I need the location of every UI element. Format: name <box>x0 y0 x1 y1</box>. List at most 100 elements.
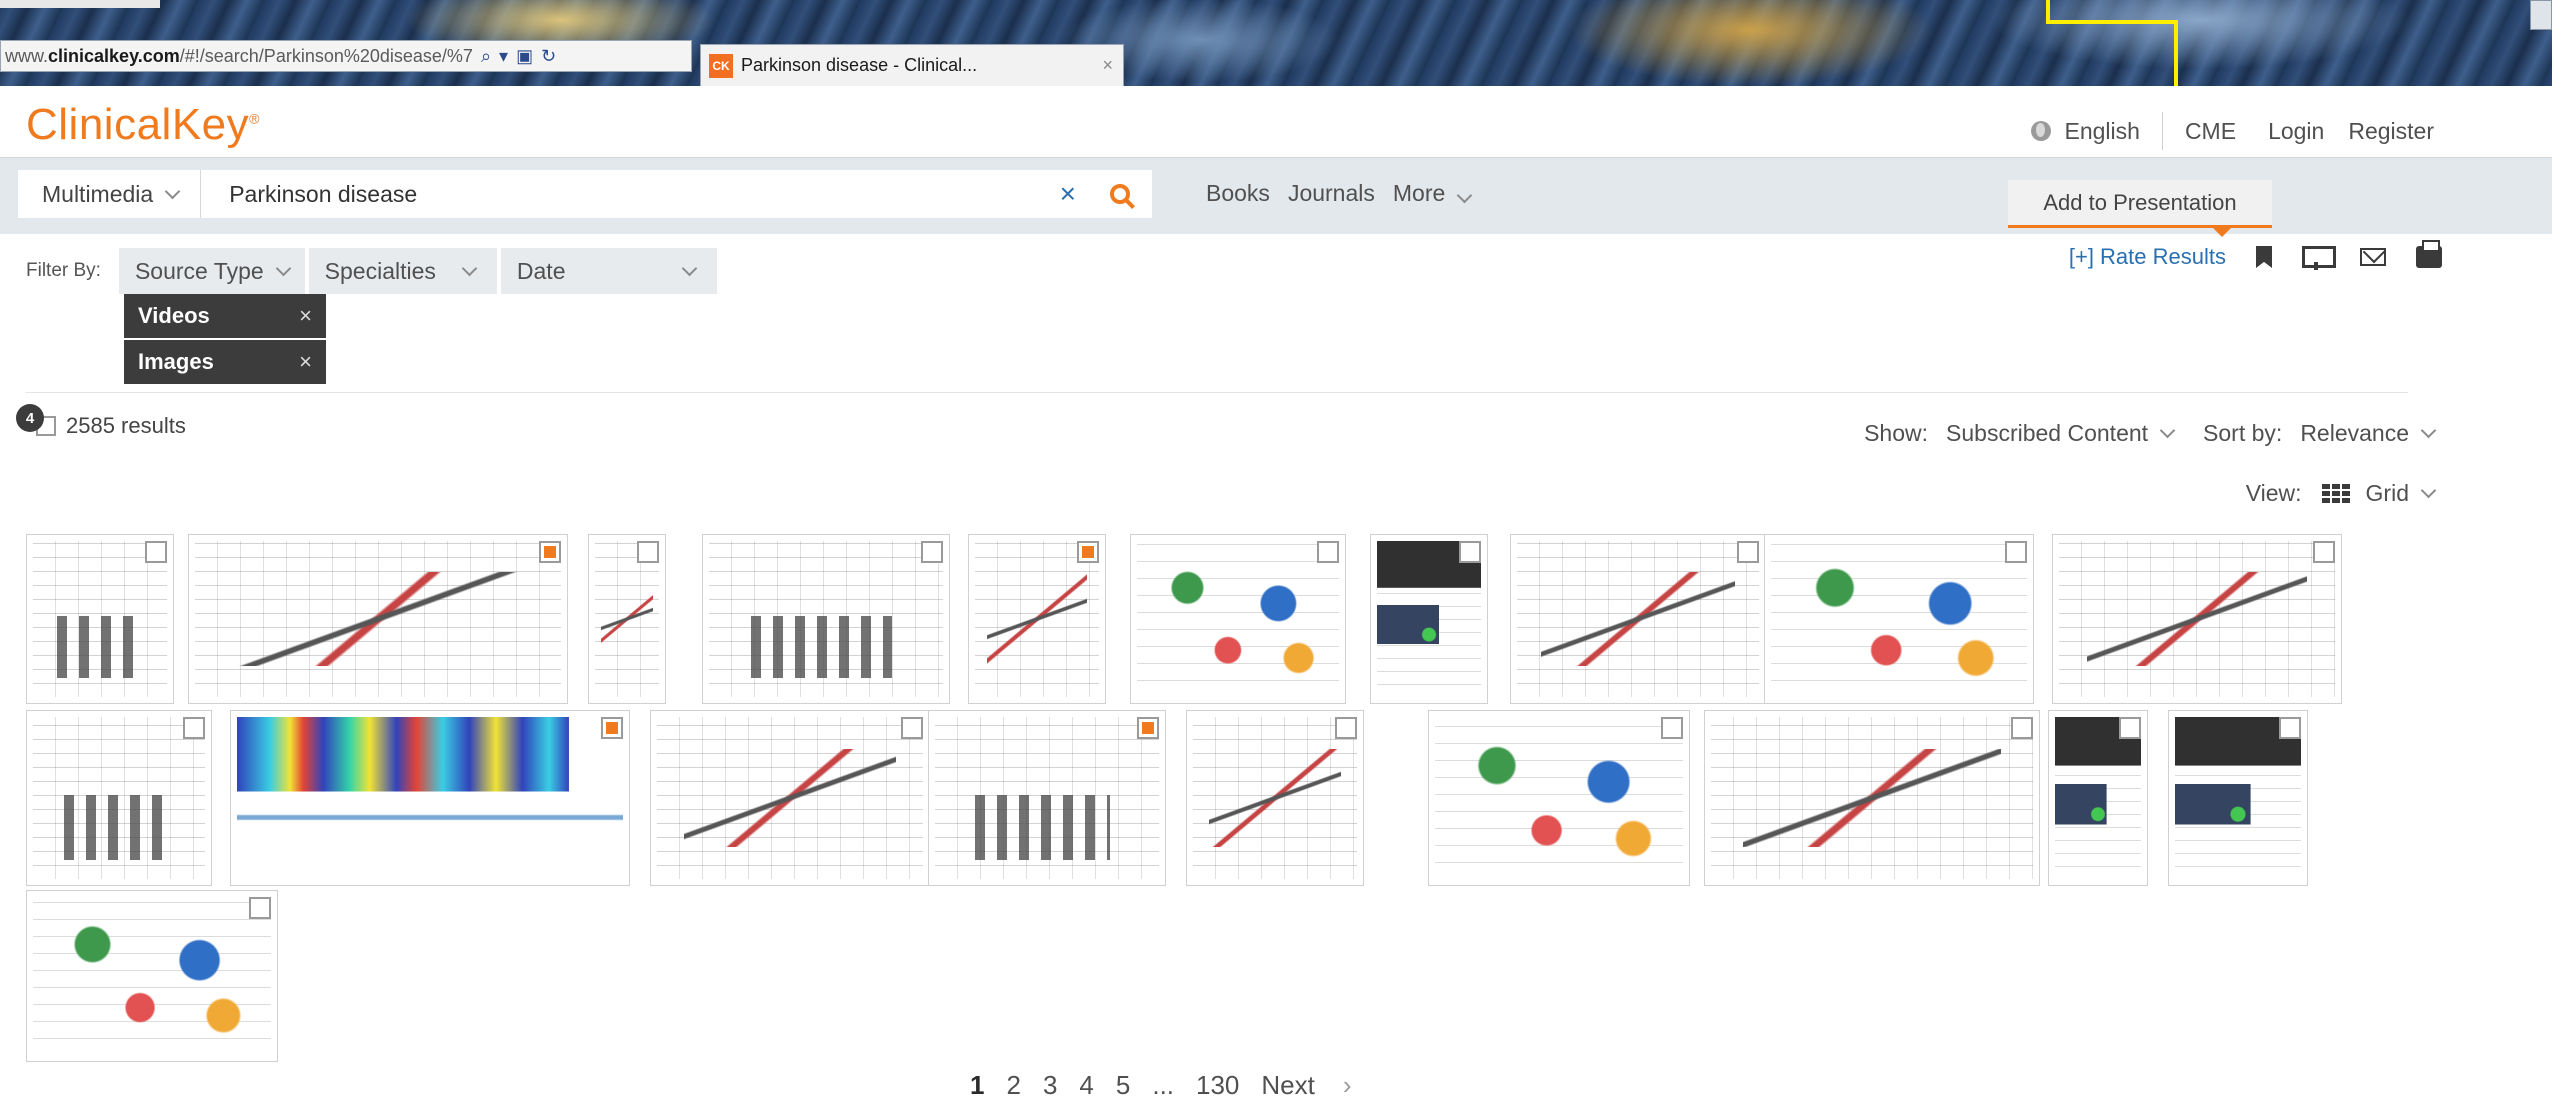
add-to-presentation-checkbox[interactable] <box>1335 717 1357 739</box>
result-thumbnail[interactable] <box>2048 710 2148 886</box>
result-thumbnail[interactable] <box>2052 534 2342 704</box>
filter-date[interactable]: Date <box>500 248 717 294</box>
next-page-link[interactable]: Next › <box>1261 1070 1373 1101</box>
add-to-presentation-checkbox[interactable] <box>1459 541 1481 563</box>
email-icon[interactable] <box>2360 248 2386 266</box>
result-thumbnail[interactable] <box>26 890 278 1062</box>
thumbnail-image <box>595 541 659 697</box>
filter-source-type[interactable]: Source Type <box>118 248 305 294</box>
clear-search-icon[interactable]: × <box>1060 178 1076 210</box>
search-scope-select[interactable]: Multimedia <box>18 170 202 218</box>
add-to-presentation-checkbox[interactable] <box>2005 541 2027 563</box>
add-to-presentation-checkbox[interactable] <box>921 541 943 563</box>
result-thumbnail[interactable] <box>1370 534 1488 704</box>
result-thumbnail[interactable] <box>2168 710 2308 886</box>
print-icon[interactable] <box>2416 240 2442 268</box>
results-tools: [+] Rate Results <box>2069 240 2442 270</box>
browser-chrome: www. clinicalkey.com/#!/search/Parkinson%… <box>0 0 2552 86</box>
page-link-4[interactable]: 4 <box>1079 1070 1093 1101</box>
page-link-1[interactable]: 1 <box>970 1070 984 1101</box>
nav-books[interactable]: Books <box>1206 180 1270 207</box>
add-to-presentation-checkbox[interactable] <box>2119 717 2141 739</box>
add-to-presentation-checkbox[interactable] <box>1661 717 1683 739</box>
result-thumbnail[interactable] <box>1186 710 1364 886</box>
result-thumbnail[interactable] <box>702 534 950 704</box>
url-prefix: www. <box>5 45 49 66</box>
filter-row: Filter By: Source Type Specialties Date <box>26 248 721 294</box>
thumbnail-image <box>1193 717 1357 879</box>
url-path: /#!/search/Parkinson%20disease/%7 <box>179 45 473 66</box>
result-thumbnail[interactable] <box>230 710 630 886</box>
add-to-presentation-checkbox[interactable] <box>2279 717 2301 739</box>
refresh-icon[interactable]: ↻ <box>541 46 556 67</box>
result-thumbnail[interactable] <box>968 534 1106 704</box>
search-icon[interactable]: ⌕ <box>481 46 491 67</box>
clinicalkey-logo[interactable]: ClinicalKey® <box>26 100 260 150</box>
search-icon[interactable] <box>1110 184 1130 204</box>
presentation-icon[interactable] <box>2302 244 2336 270</box>
chevron-down-icon <box>681 260 697 276</box>
result-thumbnail[interactable] <box>650 710 930 886</box>
add-to-presentation-checkbox[interactable] <box>145 541 167 563</box>
show-select[interactable]: Subscribed Content <box>1946 420 2176 447</box>
filter-specialties[interactable]: Specialties <box>308 248 497 294</box>
remove-filter-icon[interactable]: × <box>299 349 312 375</box>
nav-journals[interactable]: Journals <box>1288 180 1375 207</box>
close-icon[interactable]: × <box>1102 55 1113 76</box>
result-thumbnail[interactable] <box>1510 534 1766 704</box>
add-to-presentation-checkbox[interactable] <box>1737 541 1759 563</box>
add-to-presentation-checkbox[interactable] <box>183 717 205 739</box>
add-to-presentation-checkbox[interactable] <box>1137 717 1159 739</box>
result-thumbnail[interactable] <box>1764 534 2034 704</box>
add-to-presentation-checkbox[interactable] <box>1077 541 1099 563</box>
add-to-presentation-checkbox[interactable] <box>2313 541 2335 563</box>
result-thumbnail[interactable] <box>1704 710 2040 886</box>
add-to-presentation-checkbox[interactable] <box>249 897 271 919</box>
add-to-presentation-checkbox[interactable] <box>2011 717 2033 739</box>
chip-label: Images <box>138 349 214 374</box>
result-thumbnail[interactable] <box>1428 710 1690 886</box>
address-bar[interactable]: www. clinicalkey.com/#!/search/Parkinson%… <box>0 40 692 72</box>
thumbnail-image <box>237 717 623 879</box>
view-value: Grid <box>2365 480 2409 506</box>
add-to-presentation-checkbox[interactable] <box>901 717 923 739</box>
language-link[interactable]: English <box>2065 118 2140 145</box>
add-to-presentation-checkbox[interactable] <box>601 717 623 739</box>
result-thumbnail[interactable] <box>188 534 568 704</box>
result-thumbnail[interactable] <box>1130 534 1346 704</box>
pagination: 1 2 3 4 5 ... 130 Next › <box>970 1070 1374 1101</box>
chevron-down-icon <box>2420 482 2437 499</box>
globe-icon <box>2030 121 2051 141</box>
page-link-last[interactable]: 130 <box>1196 1070 1239 1101</box>
result-thumbnail[interactable] <box>928 710 1166 886</box>
result-thumbnail[interactable] <box>26 710 212 886</box>
page-link-5[interactable]: 5 <box>1116 1070 1130 1101</box>
register-link[interactable]: Register <box>2348 118 2434 145</box>
remove-filter-icon[interactable]: × <box>299 303 312 329</box>
chrome-strip <box>0 0 160 8</box>
sort-select[interactable]: Relevance <box>2300 420 2437 447</box>
window-control-button[interactable] <box>2530 0 2552 30</box>
result-thumbnail[interactable] <box>588 534 666 704</box>
view-select[interactable]: Grid <box>2365 480 2437 507</box>
dropdown-icon[interactable]: ▾ <box>499 46 508 67</box>
add-to-presentation-checkbox[interactable] <box>1317 541 1339 563</box>
thumbnail-image <box>1137 541 1339 697</box>
search-box: Multimedia Parkinson disease × <box>18 170 1152 218</box>
page-link-2[interactable]: 2 <box>1006 1070 1020 1101</box>
login-link[interactable]: Login <box>2268 118 2324 145</box>
cme-link[interactable]: CME <box>2185 118 2236 145</box>
nav-more[interactable]: More <box>1393 180 1473 207</box>
rate-results-link[interactable]: [+] Rate Results <box>2069 244 2226 270</box>
annotation-arrow-segment <box>2046 0 2050 22</box>
lock-icon[interactable]: ▣ <box>516 46 533 67</box>
add-to-presentation-checkbox[interactable] <box>539 541 561 563</box>
bookmark-icon[interactable] <box>2256 246 2272 268</box>
result-thumbnail[interactable] <box>26 534 174 704</box>
browser-tab[interactable]: CK Parkinson disease - Clinical... × <box>700 44 1124 86</box>
thumbnail-image <box>1517 541 1759 697</box>
add-to-presentation-checkbox[interactable] <box>637 541 659 563</box>
search-input[interactable]: Parkinson disease <box>201 181 1059 208</box>
page-link-3[interactable]: 3 <box>1043 1070 1057 1101</box>
thumbnail-image <box>2059 541 2335 697</box>
